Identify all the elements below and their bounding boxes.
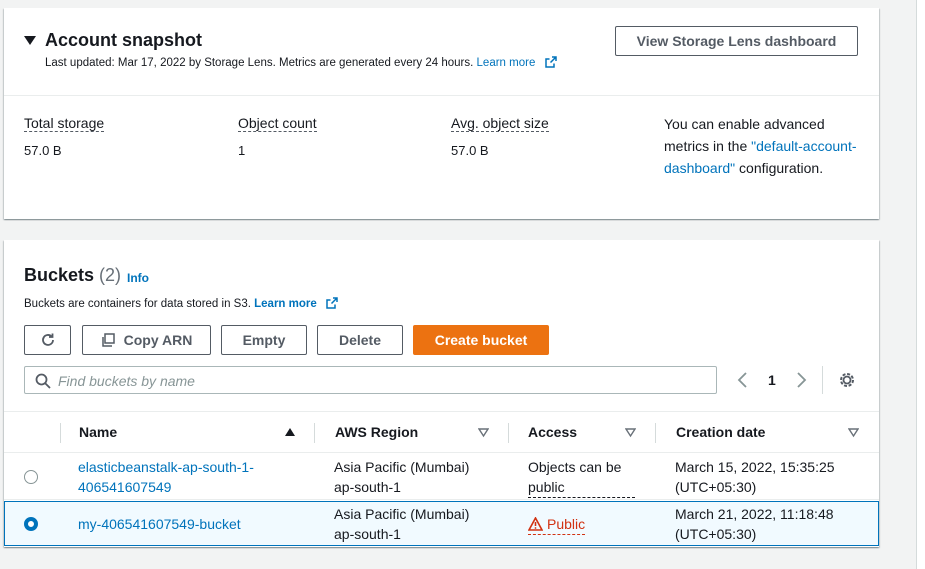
refresh-button[interactable] (24, 325, 71, 355)
buckets-title: Buckets (2) (24, 265, 121, 286)
refresh-icon (41, 333, 54, 346)
column-divider (508, 423, 509, 443)
region-code: ap-south-1 (334, 479, 401, 495)
chevron-right-icon[interactable] (794, 370, 808, 390)
column-divider (314, 423, 315, 443)
buckets-learn-more-link[interactable]: Learn more (254, 298, 317, 310)
warning-icon (528, 517, 543, 531)
access-line1: Objects can be (528, 459, 622, 475)
column-divider (655, 423, 656, 443)
bucket-access: Objects can be public (528, 457, 635, 498)
bucket-name-line1: elasticbeanstalk-ap-south-1- (78, 459, 254, 475)
empty-button[interactable]: Empty (221, 325, 307, 355)
region-name: Asia Pacific (Mumbai) (334, 459, 470, 475)
total-storage-label[interactable]: Total storage (24, 115, 105, 132)
public-label: Public (547, 516, 586, 532)
column-header-creation-date[interactable]: Creation date (676, 424, 765, 440)
buckets-info-link[interactable]: Info (127, 271, 149, 285)
table-header: Name AWS Region Access Creation date (4, 411, 879, 453)
bucket-creation-date: March 21, 2022, 11:18:48 (UTC+05:30) (675, 504, 834, 544)
sort-icon[interactable] (848, 428, 859, 438)
copy-arn-button[interactable]: Copy ARN (82, 325, 211, 355)
view-storage-lens-dashboard-button[interactable]: View Storage Lens dashboard (615, 26, 858, 56)
advanced-text-2: configuration. (739, 160, 824, 176)
bucket-name-line2: 406541607549 (78, 479, 172, 495)
last-updated-text: Last updated: Mar 17, 2022 by Storage Le… (45, 57, 474, 69)
column-header-name[interactable]: Name (79, 424, 117, 440)
date-line2: (UTC+05:30) (675, 479, 757, 495)
gear-icon[interactable] (838, 371, 856, 389)
buckets-panel: Buckets (2) Info Buckets are containers … (4, 240, 879, 547)
sort-ascending-icon[interactable] (285, 428, 295, 436)
snapshot-learn-more-link[interactable]: Learn more (477, 57, 536, 69)
row-select-radio[interactable] (24, 470, 38, 484)
buckets-title-text: Buckets (24, 265, 95, 285)
bucket-region: Asia Pacific (Mumbai) ap-south-1 (334, 504, 469, 544)
table-row-selected[interactable]: my-406541607549-bucket Asia Pacific (Mum… (4, 501, 879, 546)
account-snapshot-title: Account snapshot (45, 30, 203, 50)
bucket-name-link[interactable]: elasticbeanstalk-ap-south-1- 40654160754… (78, 457, 254, 497)
column-header-access[interactable]: Access (528, 424, 577, 440)
column-divider (60, 423, 61, 443)
external-link-icon (544, 56, 557, 68)
column-header-region[interactable]: AWS Region (335, 424, 418, 440)
pager-divider (822, 366, 823, 394)
bucket-access: Public (528, 514, 586, 536)
account-snapshot-header: Account snapshot Last updated: Mar 17, 2… (4, 8, 879, 96)
account-snapshot-panel: Account snapshot Last updated: Mar 17, 2… (4, 8, 879, 219)
access-line2: public (528, 477, 635, 498)
bucket-search[interactable] (24, 366, 717, 394)
row-select-radio[interactable] (24, 517, 38, 531)
region-name: Asia Pacific (Mumbai) (334, 506, 470, 522)
create-bucket-button[interactable]: Create bucket (413, 325, 549, 355)
chevron-left-icon[interactable] (736, 370, 750, 390)
avg-object-size-value: 57.0 B (451, 143, 489, 158)
current-page-number[interactable]: 1 (768, 372, 776, 388)
sort-icon[interactable] (625, 428, 636, 438)
region-code: ap-south-1 (334, 526, 401, 542)
copy-icon (101, 333, 115, 347)
date-line1: March 21, 2022, 11:18:48 (675, 506, 834, 522)
search-input[interactable] (58, 372, 698, 389)
bucket-region: Asia Pacific (Mumbai) ap-south-1 (334, 457, 469, 497)
sort-icon[interactable] (478, 428, 489, 438)
buckets-count: (2) (99, 265, 122, 285)
date-line2: (UTC+05:30) (675, 526, 757, 542)
delete-button[interactable]: Delete (317, 325, 403, 355)
external-link-icon (326, 297, 338, 309)
avg-object-size-label[interactable]: Avg. object size (451, 115, 549, 132)
public-access-badge: Public (528, 514, 586, 535)
collapse-caret-icon[interactable] (24, 36, 36, 45)
object-count-value: 1 (238, 143, 246, 158)
bucket-creation-date: March 15, 2022, 15:35:25 (UTC+05:30) (675, 457, 835, 497)
account-snapshot-subtitle: Last updated: Mar 17, 2022 by Storage Le… (45, 56, 557, 69)
buckets-subtitle: Buckets are containers for data stored i… (24, 297, 338, 310)
total-storage-value: 57.0 B (24, 143, 62, 158)
date-line1: March 15, 2022, 15:35:25 (675, 459, 835, 475)
object-count-label[interactable]: Object count (238, 115, 317, 132)
copy-arn-label: Copy ARN (123, 332, 193, 348)
advanced-metrics-note: You can enable advanced metrics in the "… (664, 113, 864, 179)
search-icon (35, 373, 51, 389)
table-row[interactable]: elasticbeanstalk-ap-south-1- 40654160754… (4, 453, 879, 500)
bucket-name-link[interactable]: my-406541607549-bucket (78, 514, 241, 534)
right-scroll-strip (916, 0, 925, 569)
buckets-description: Buckets are containers for data stored i… (24, 298, 251, 310)
